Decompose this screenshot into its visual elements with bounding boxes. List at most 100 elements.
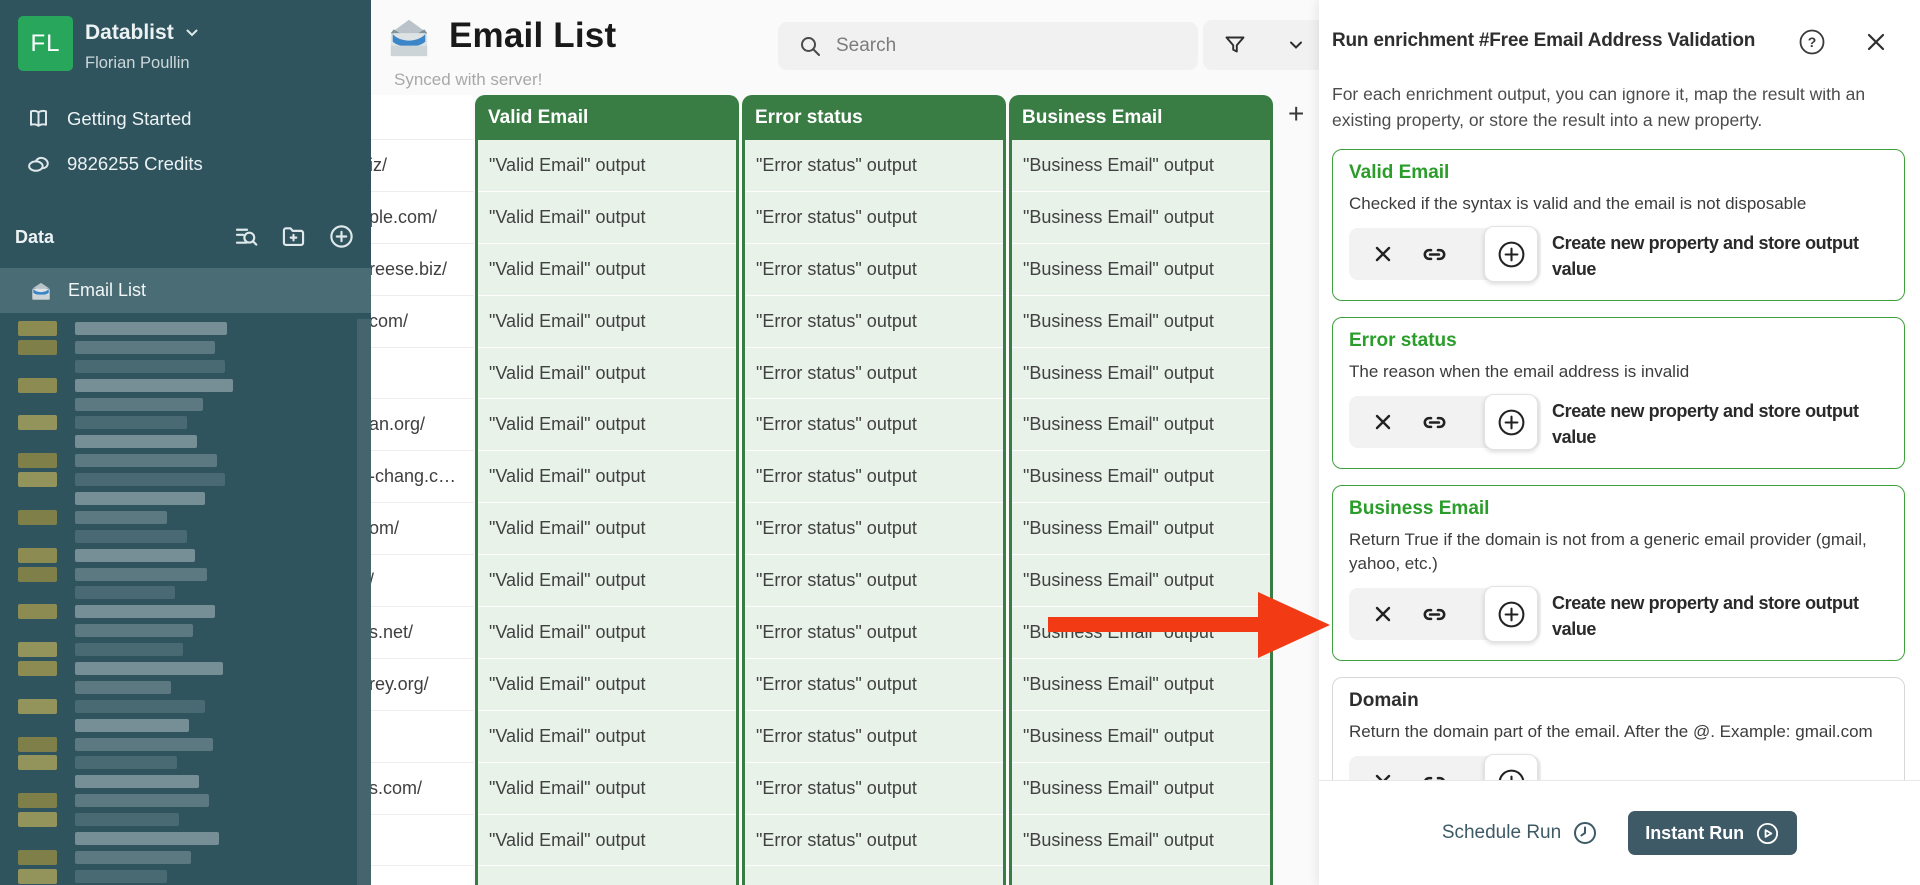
ignore-output-button[interactable] — [1370, 241, 1396, 267]
table-cell[interactable]: "Error status" output — [745, 711, 1003, 763]
table-cell[interactable]: "Valid Email" output — [478, 711, 736, 763]
table-cell[interactable]: "Business Email" output — [1012, 607, 1270, 659]
table-cell[interactable]: "Valid Email" output — [478, 555, 736, 608]
panel-scroll-area[interactable]: For each enrichment output, you can igno… — [1319, 88, 1920, 780]
table-cell[interactable]: "Error status" output — [745, 763, 1003, 815]
table-cell[interactable] — [745, 866, 1003, 885]
table-cell[interactable]: "Business Email" output — [1012, 399, 1270, 452]
blurred-list-item[interactable] — [0, 451, 357, 470]
table-cell[interactable]: "Business Email" output — [1012, 140, 1270, 192]
search-list-icon[interactable] — [233, 223, 260, 255]
blurred-list-item[interactable] — [0, 583, 357, 602]
blurred-list-item[interactable] — [0, 319, 357, 338]
blurred-list-item[interactable] — [0, 432, 357, 451]
table-column-header[interactable]: Error status — [742, 95, 1006, 140]
table-column-header[interactable]: Business Email — [1009, 95, 1273, 140]
blurred-list-item[interactable] — [0, 508, 357, 527]
filter-button[interactable] — [1203, 20, 1325, 70]
close-icon[interactable] — [1864, 30, 1888, 59]
blurred-list-item[interactable] — [0, 697, 357, 716]
table-cell[interactable]: "Valid Email" output — [478, 192, 736, 244]
table-cell[interactable]: "Valid Email" output — [478, 607, 736, 659]
table-cell[interactable]: "Business Email" output — [1012, 815, 1270, 867]
ignore-output-button[interactable] — [1370, 409, 1396, 435]
blurred-list-item[interactable] — [0, 546, 357, 565]
table-cell[interactable]: "Valid Email" output — [478, 296, 736, 348]
table-cell[interactable]: "Valid Email" output — [478, 348, 736, 400]
search-box[interactable] — [778, 22, 1198, 70]
table-cell[interactable]: "Error status" output — [745, 503, 1003, 556]
blurred-list-item[interactable] — [0, 527, 357, 546]
blurred-list-item[interactable] — [0, 659, 357, 678]
blurred-list-item[interactable] — [0, 357, 357, 376]
ignore-output-button[interactable] — [1370, 601, 1396, 627]
instant-run-button[interactable]: Instant Run — [1628, 811, 1798, 855]
avatar[interactable]: FL — [18, 16, 73, 71]
blurred-list-item[interactable] — [0, 489, 357, 508]
blurred-list-item[interactable] — [0, 810, 357, 829]
plus-circle-icon[interactable] — [328, 223, 355, 255]
table-cell[interactable]: "Valid Email" output — [478, 451, 736, 504]
table-cell[interactable]: "Valid Email" output — [478, 399, 736, 452]
table-cell[interactable]: "Error status" output — [745, 451, 1003, 504]
table-cell[interactable]: "Business Email" output — [1012, 659, 1270, 711]
blurred-list-item[interactable] — [0, 829, 357, 848]
filter-chevron-down-icon[interactable] — [1287, 36, 1305, 54]
help-icon[interactable]: ? — [1798, 28, 1826, 61]
table-cell[interactable]: "Error status" output — [745, 296, 1003, 348]
blurred-list-item[interactable] — [0, 640, 357, 659]
create-new-property-button[interactable] — [1484, 586, 1538, 642]
table-cell[interactable]: "Valid Email" output — [478, 815, 736, 867]
table-cell[interactable]: "Error status" output — [745, 659, 1003, 711]
blurred-list-item[interactable] — [0, 791, 357, 810]
blurred-list-item[interactable] — [0, 470, 357, 489]
sidebar-scrollbar[interactable] — [357, 319, 371, 885]
blurred-list-item[interactable] — [0, 735, 357, 754]
blurred-list-item[interactable] — [0, 867, 357, 885]
map-existing-property-button[interactable] — [1419, 407, 1450, 438]
table-cell[interactable]: "Business Email" output — [1012, 244, 1270, 296]
blurred-list-item[interactable] — [0, 602, 357, 621]
table-cell[interactable]: "Valid Email" output — [478, 763, 736, 815]
table-cell[interactable]: "Valid Email" output — [478, 659, 736, 711]
blurred-list-item[interactable] — [0, 565, 357, 584]
table-cell[interactable]: "Valid Email" output — [478, 140, 736, 192]
sidebar-item-getting-started[interactable]: Getting Started — [26, 106, 191, 131]
table-cell[interactable]: "Error status" output — [745, 244, 1003, 296]
table-cell[interactable]: "Business Email" output — [1012, 555, 1270, 608]
blurred-list-item[interactable] — [0, 753, 357, 772]
add-column-button[interactable]: + — [1288, 100, 1304, 128]
folder-plus-icon[interactable] — [280, 223, 307, 255]
map-existing-property-button[interactable] — [1419, 599, 1450, 630]
ignore-output-button[interactable] — [1370, 769, 1396, 780]
sidebar-item-email-list[interactable]: Email List — [0, 268, 371, 313]
table-cell[interactable]: "Error status" output — [745, 555, 1003, 608]
blurred-list-item[interactable] — [0, 848, 357, 867]
table-cell[interactable]: "Business Email" output — [1012, 296, 1270, 348]
table-cell[interactable]: "Error status" output — [745, 140, 1003, 192]
table-cell[interactable]: "Error status" output — [745, 607, 1003, 659]
sidebar-item-credits[interactable]: 9826255 Credits — [26, 151, 203, 176]
blurred-list-item[interactable] — [0, 621, 357, 640]
table-cell[interactable]: "Valid Email" output — [478, 244, 736, 296]
blurred-list-item[interactable] — [0, 678, 357, 697]
map-existing-property-button[interactable] — [1419, 239, 1450, 270]
table-cell[interactable]: "Business Email" output — [1012, 503, 1270, 556]
table-column-header[interactable]: Valid Email — [475, 95, 739, 140]
table-cell[interactable]: "Business Email" output — [1012, 763, 1270, 815]
table-cell[interactable]: "Error status" output — [745, 192, 1003, 244]
blurred-list-item[interactable] — [0, 376, 357, 395]
table-cell[interactable]: "Error status" output — [745, 815, 1003, 867]
table-cell[interactable]: "Business Email" output — [1012, 451, 1270, 504]
search-input[interactable] — [836, 35, 1136, 57]
blurred-list-item[interactable] — [0, 716, 357, 735]
create-new-property-button[interactable] — [1484, 226, 1538, 282]
blurred-list-item[interactable] — [0, 772, 357, 791]
blurred-list-item[interactable] — [0, 338, 357, 357]
table-cell[interactable]: "Error status" output — [745, 399, 1003, 452]
table-cell[interactable]: "Business Email" output — [1012, 192, 1270, 244]
table-cell[interactable] — [1012, 866, 1270, 885]
blurred-list-item[interactable] — [0, 395, 357, 414]
map-existing-property-button[interactable] — [1419, 767, 1450, 780]
create-new-property-button[interactable] — [1484, 394, 1538, 450]
